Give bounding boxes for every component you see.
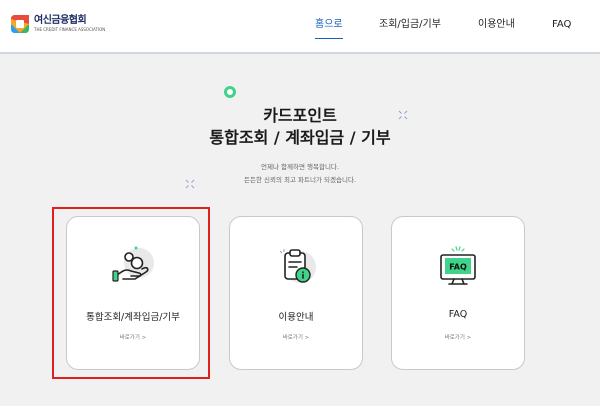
nav-faq[interactable]: FAQ (552, 0, 571, 54)
nav-lookup-label: 조회/입금/기부 (379, 19, 441, 30)
hero-title-line1: 카드포인트 (263, 106, 337, 125)
card-usage-guide[interactable]: 이용안내 바로가기 > (229, 216, 363, 370)
nav-home-label: 홈으로 (315, 19, 343, 30)
logo-mark-icon (11, 15, 29, 33)
nav-guide[interactable]: 이용안내 (478, 0, 515, 54)
site-header: 여신금융협회 THE CREDIT FINANCE ASSOCIATION 홈으… (0, 0, 600, 54)
svg-text:FAQ: FAQ (449, 263, 467, 272)
card-link[interactable]: 바로가기 > (392, 333, 524, 341)
card-faq[interactable]: FAQ FAQ 바로가기 > (391, 216, 525, 370)
clipboard-info-icon (279, 249, 316, 283)
faq-screen-icon: FAQ (440, 246, 476, 285)
nav-lookup[interactable]: 조회/입금/기부 (379, 0, 441, 54)
highlight-box (52, 207, 210, 379)
card-link[interactable]: 바로가기 > (230, 333, 362, 341)
nav-faq-label: FAQ (552, 19, 572, 30)
green-circle-decoration (224, 86, 236, 98)
card-title: FAQ (448, 309, 468, 320)
nav-home[interactable]: 홈으로 (315, 0, 343, 54)
nav-active-underline (315, 38, 343, 39)
hero-description-line2: 든든한 신뢰의 최고 파트너가 되겠습니다. (244, 176, 356, 184)
logo-subtitle: THE CREDIT FINANCE ASSOCIATION (34, 27, 106, 32)
logo-title: 여신금융협회 (34, 15, 87, 26)
nav-guide-label: 이용안내 (478, 19, 515, 30)
hero-description-line1: 언제나 함께하면 행복합니다. (261, 163, 339, 171)
logo[interactable]: 여신금융협회 THE CREDIT FINANCE ASSOCIATION (10, 14, 105, 34)
card-title: 이용안내 (278, 312, 314, 323)
hero-title-line2: 통합조회 / 계좌입금 / 기부 (209, 128, 391, 147)
